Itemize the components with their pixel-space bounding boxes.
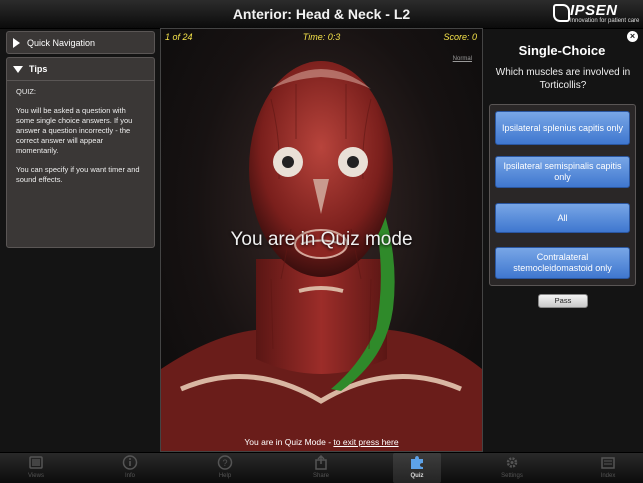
tab-index-label: Index bbox=[600, 473, 616, 479]
quiz-mode-overlay: You are in Quiz mode bbox=[230, 229, 413, 250]
answer-button-1[interactable]: Ipsilateral splenius capitis only bbox=[495, 111, 630, 145]
quiz-timer: Time: 0:3 bbox=[302, 32, 341, 42]
close-icon[interactable]: × bbox=[627, 31, 638, 42]
tab-info[interactable]: Info bbox=[106, 453, 154, 483]
normal-view-link[interactable]: Normal bbox=[453, 56, 472, 62]
tab-views-label: Views bbox=[28, 473, 44, 479]
quick-navigation-label: Quick Navigation bbox=[27, 38, 96, 48]
quiz-icon bbox=[411, 456, 423, 469]
tab-share-label: Share bbox=[312, 473, 329, 479]
views-icon bbox=[29, 456, 43, 469]
tab-quiz[interactable]: Quiz bbox=[393, 453, 441, 483]
tab-info-label: Info bbox=[124, 473, 135, 479]
page-title: Anterior: Head & Neck - L2 bbox=[232, 6, 411, 22]
eye-right-icon bbox=[338, 147, 368, 177]
exit-quiz-prefix: You are in Quiz Mode - bbox=[244, 437, 334, 447]
answer-list: Ipsilateral splenius capitis only Ipsila… bbox=[489, 104, 636, 286]
help-icon: ? bbox=[217, 455, 233, 470]
logo-tagline: Innovation for patient care bbox=[570, 18, 640, 24]
anatomy-viewer[interactable]: 1 of 24 Time: 0:3 Score: 0 Normal You ar… bbox=[160, 28, 483, 452]
collapse-arrow-icon bbox=[13, 65, 23, 73]
pass-button[interactable]: Pass bbox=[538, 294, 588, 308]
tips-paragraph-2: You can specify if you want timer and so… bbox=[16, 165, 140, 184]
tips-body: QUIZ: You will be asked a question with … bbox=[7, 81, 154, 200]
quick-navigation-header[interactable]: Quick Navigation bbox=[7, 32, 154, 54]
tab-index[interactable]: Index bbox=[584, 453, 632, 483]
answer-button-3[interactable]: All bbox=[495, 203, 630, 233]
tips-quiz-label: QUIZ: bbox=[16, 87, 36, 96]
eye-left-icon bbox=[273, 147, 303, 177]
tab-views[interactable]: Views bbox=[12, 453, 60, 483]
bottom-tab-bar: Views Info ? Help Share Quiz Settings In… bbox=[0, 452, 643, 483]
tips-paragraph-1: You will be asked a question with some s… bbox=[16, 106, 133, 155]
ipsen-logo: IPSEN Innovation for patient care bbox=[553, 2, 640, 26]
tab-help[interactable]: ? Help bbox=[201, 453, 249, 483]
tab-help-label: Help bbox=[218, 473, 232, 479]
question-text: Which muscles are involved in Torticolli… bbox=[495, 67, 631, 91]
share-icon bbox=[315, 455, 327, 470]
tips-heading: Tips bbox=[29, 64, 48, 74]
logo-mark-icon bbox=[553, 4, 570, 22]
answer-button-2[interactable]: Ipsilateral semispinalis capitis only bbox=[495, 156, 630, 188]
tab-share[interactable]: Share bbox=[297, 453, 345, 483]
tips-panel: Tips QUIZ: You will be asked a question … bbox=[6, 57, 155, 248]
exit-quiz-link[interactable]: to exit press here bbox=[333, 437, 398, 447]
tab-quiz-label: Quiz bbox=[410, 473, 424, 479]
exit-quiz-line: You are in Quiz Mode - to exit press her… bbox=[161, 437, 482, 447]
tab-settings[interactable]: Settings bbox=[488, 453, 536, 483]
svg-text:?: ? bbox=[222, 458, 227, 468]
quick-navigation-panel[interactable]: Quick Navigation bbox=[6, 31, 155, 54]
title-bar: Anterior: Head & Neck - L2 IPSEN Innovat… bbox=[0, 0, 643, 29]
quiz-score: Score: 0 bbox=[443, 32, 477, 42]
tab-settings-label: Settings bbox=[501, 473, 523, 479]
logo-brand: IPSEN bbox=[570, 2, 618, 19]
answer-button-4[interactable]: Contralateral stemocleidomastoid only bbox=[495, 247, 630, 279]
info-icon bbox=[122, 455, 138, 470]
expand-arrow-icon bbox=[13, 38, 20, 48]
index-icon bbox=[601, 457, 615, 469]
tips-header[interactable]: Tips bbox=[7, 58, 154, 81]
settings-icon bbox=[506, 457, 518, 468]
question-type-title: Single-Choice bbox=[518, 43, 606, 58]
